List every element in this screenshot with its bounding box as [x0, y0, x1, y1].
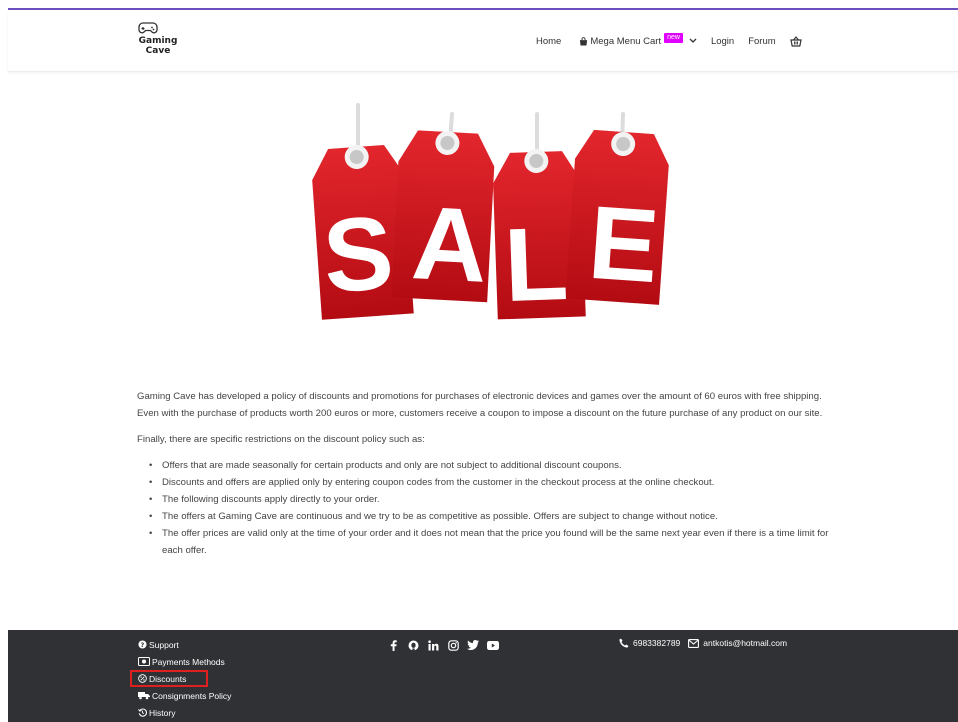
list-item: Offers that are made seasonally for cert…: [137, 457, 837, 474]
main-nav: Home Mega Menu Cart new Login Forum: [536, 33, 802, 48]
footer-link-consignments[interactable]: Consignments Policy: [138, 687, 231, 704]
logo-text-gaming: Gaming: [138, 36, 178, 46]
discounts-highlight-box: [130, 670, 208, 687]
support-icon: ?: [138, 640, 147, 649]
svg-text:?: ?: [141, 642, 145, 649]
twitter-icon[interactable]: [463, 639, 483, 651]
sale-letter-l: L: [502, 206, 570, 324]
contact-phone-number: 6983382789: [633, 638, 681, 648]
footer-link-payments-label: Payments Methods: [152, 656, 225, 667]
list-item: The following discounts apply directly t…: [137, 491, 837, 508]
site-footer: ? Support Payments Methods Discounts Con…: [8, 630, 958, 722]
contact-email[interactable]: antkotis@hotmail.com: [688, 638, 787, 648]
policy-restrictions-intro: Finally, there are specific restrictions…: [137, 434, 425, 445]
mega-menu-label: Mega Menu Cart: [590, 35, 662, 47]
list-item: The offers at Gaming Cave are continuous…: [137, 508, 837, 525]
footer-link-history[interactable]: History: [138, 704, 231, 721]
footer-link-support[interactable]: ? Support: [138, 636, 231, 653]
gamepad-icon: [138, 22, 158, 34]
list-item: The offer prices are valid only at the t…: [137, 525, 837, 559]
shopping-bag-icon: [580, 36, 588, 46]
policy-intro-paragraph: Gaming Cave has developed a policy of di…: [137, 391, 823, 419]
sale-letter-a: A: [409, 185, 490, 305]
sale-letter-e: E: [585, 185, 662, 306]
nav-home[interactable]: Home: [536, 36, 561, 47]
cart-basket-icon[interactable]: [789, 35, 802, 47]
nav-login[interactable]: Login: [711, 36, 734, 47]
discount-policy-content: Gaming Cave has developed a policy of di…: [137, 388, 837, 559]
contact-info: 6983382789 antkotis@hotmail.com: [619, 638, 787, 648]
facebook-icon[interactable]: [383, 639, 403, 651]
footer-link-consignments-label: Consignments Policy: [152, 690, 232, 701]
sale-banner: S A L E: [0, 100, 958, 340]
new-badge: new: [664, 33, 683, 43]
social-links: [383, 639, 503, 651]
site-logo[interactable]: Gaming Cave: [138, 20, 178, 56]
footer-link-payments[interactable]: Payments Methods: [138, 653, 231, 670]
youtube-icon[interactable]: [483, 639, 503, 651]
footer-link-support-label: Support: [149, 639, 179, 650]
instagram-icon[interactable]: [443, 639, 463, 651]
sale-letter-s: S: [320, 195, 397, 316]
history-icon: [138, 708, 147, 717]
logo-text-cave: Cave: [145, 46, 171, 56]
phone-icon: [619, 638, 629, 648]
contact-phone[interactable]: 6983382789: [619, 638, 680, 648]
nav-mega-menu-cart[interactable]: Mega Menu Cart new: [579, 33, 697, 47]
footer-link-history-label: History: [149, 707, 176, 718]
envelope-icon: [688, 638, 700, 648]
truck-icon: [138, 692, 150, 700]
site-header: Gaming Cave Home Mega Menu Cart new Logi…: [8, 10, 958, 72]
restrictions-list: Offers that are made seasonally for cert…: [137, 457, 837, 559]
linkedin-icon[interactable]: [423, 639, 443, 651]
chevron-down-icon[interactable]: [689, 38, 697, 44]
contact-email-address: antkotis@hotmail.com: [703, 638, 788, 648]
list-item: Discounts and offers are applied only by…: [137, 474, 837, 491]
github-icon[interactable]: [403, 639, 423, 651]
money-bill-icon: [138, 657, 150, 666]
nav-forum[interactable]: Forum: [748, 36, 775, 47]
